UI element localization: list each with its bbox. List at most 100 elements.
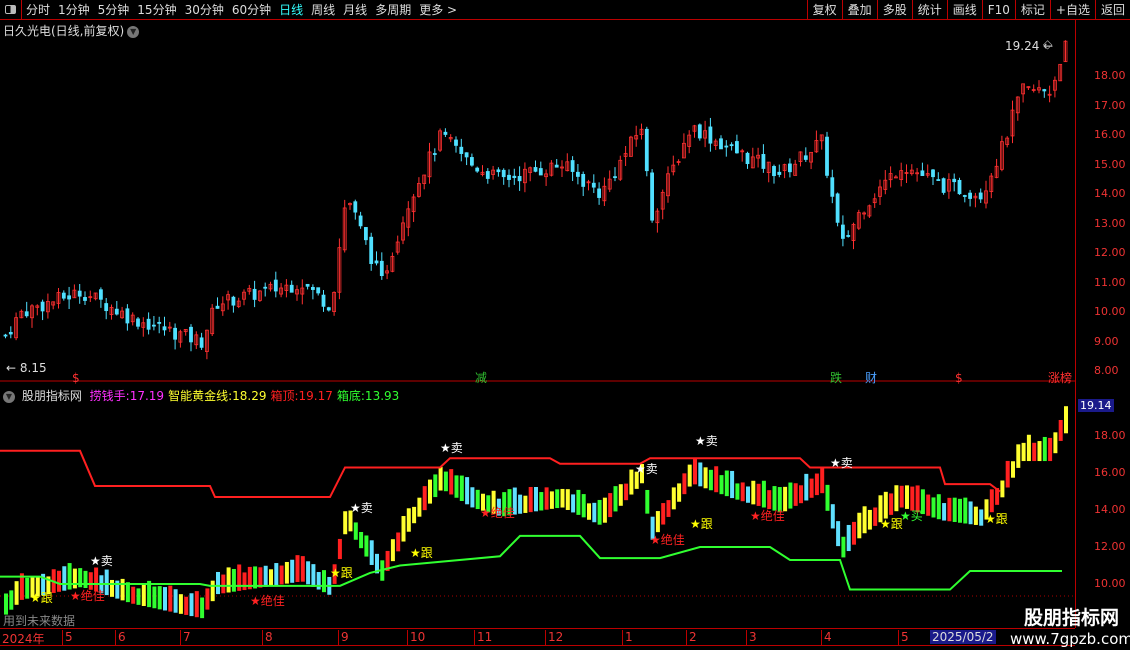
indicator-bar xyxy=(131,586,136,604)
indicator-bar xyxy=(316,572,321,590)
signal-label: ★跟 xyxy=(410,546,433,560)
indicator-bar xyxy=(1000,480,1005,498)
indicator-bar xyxy=(687,464,692,487)
kline-chart[interactable]: ★卖★卖★卖★卖★卖★卖★跟★跟★跟★跟 ★跟 ★跟★绝佳 ★绝佳★绝佳★绝佳★绝佳 ★… xyxy=(0,0,1130,650)
candle xyxy=(432,153,437,155)
indicator-bar xyxy=(1032,442,1037,462)
candle xyxy=(459,146,464,154)
indicator-bar xyxy=(438,466,443,491)
indicator-bar xyxy=(1053,432,1058,454)
event-tag[interactable]: 减 xyxy=(475,371,487,385)
indicator-bar xyxy=(852,521,856,545)
indicator-bar xyxy=(894,485,899,512)
month-label: 9 xyxy=(338,630,349,646)
candle xyxy=(729,144,734,147)
indicator-bar xyxy=(761,480,766,508)
indicator-bar xyxy=(724,470,729,497)
indicator-bar xyxy=(719,475,724,495)
indicator-bar xyxy=(666,500,671,517)
indicator-tick: 10.00 xyxy=(1094,577,1126,590)
indicator-bar xyxy=(1021,442,1026,462)
indicator-bar xyxy=(963,497,968,524)
diamond-icon[interactable]: ◇ xyxy=(1043,37,1053,51)
indicator-bar xyxy=(618,484,623,506)
indicator-bar xyxy=(571,494,576,513)
indicator-bar xyxy=(751,480,756,505)
indicator-bar xyxy=(857,512,862,539)
indicator-bar xyxy=(470,487,475,508)
indicator-bar xyxy=(141,583,146,606)
candle xyxy=(157,321,162,324)
indicator-bar xyxy=(613,486,618,512)
signal-label: ★跟 xyxy=(330,566,353,580)
indicator-bar xyxy=(783,486,788,512)
indicator-bar xyxy=(14,581,19,605)
indicator-bar xyxy=(1048,437,1053,462)
signal-label: ★卖 xyxy=(695,434,718,448)
indicator-bar xyxy=(968,501,973,525)
candle xyxy=(77,290,82,297)
indicator-bar xyxy=(602,497,607,523)
candle xyxy=(957,179,962,195)
indicator-bar xyxy=(401,516,406,542)
event-tag[interactable]: 跌 xyxy=(830,370,842,385)
candle xyxy=(978,192,983,200)
candle xyxy=(353,201,358,213)
candle xyxy=(454,139,458,146)
candle xyxy=(846,235,851,237)
indicator-bar xyxy=(306,561,311,585)
event-tag[interactable]: 涨榜 xyxy=(1048,370,1072,385)
candle xyxy=(263,286,268,289)
candle xyxy=(374,260,379,264)
indicator-bar xyxy=(443,471,448,492)
indicator-bar xyxy=(926,494,931,516)
signal-label: ★卖 xyxy=(830,456,853,470)
event-tag[interactable]: $ xyxy=(955,371,963,385)
indicator-bar xyxy=(300,556,305,582)
candle xyxy=(644,128,649,172)
candle xyxy=(803,155,808,160)
indicator-bar xyxy=(740,482,745,502)
indicator-tick: 12.00 xyxy=(1094,540,1126,553)
indicator-bar xyxy=(682,473,687,495)
indicator-bar xyxy=(1011,461,1015,478)
month-label: 11 xyxy=(474,630,492,646)
indicator-bar xyxy=(841,536,846,558)
indicator-bar xyxy=(671,487,676,510)
box-bottom-line xyxy=(0,534,1062,591)
candle xyxy=(533,167,538,172)
indicator-bar xyxy=(284,561,289,584)
price-tick: 15.00 xyxy=(1094,157,1126,171)
signal-label: ★绝佳 xyxy=(650,532,685,547)
month-label: 7 xyxy=(180,630,191,646)
chevron-down-icon[interactable]: ▼ xyxy=(3,390,15,403)
indicator-bar xyxy=(189,593,194,617)
indicator-bar xyxy=(576,489,581,515)
indicator-bar xyxy=(295,555,300,582)
indicator-bar xyxy=(396,532,401,552)
indicator-bar xyxy=(735,483,740,500)
indicator-name[interactable]: 股朋指标网 xyxy=(22,389,82,403)
month-label: 5 xyxy=(62,630,73,646)
signal-label: ★买 xyxy=(900,509,923,523)
candle xyxy=(67,295,71,300)
signal-label: ★跟 xyxy=(690,517,713,531)
month-label: 3 xyxy=(746,630,757,646)
indicator-bar xyxy=(168,585,173,612)
event-tag[interactable]: $ xyxy=(72,371,80,385)
price-tick: 16.00 xyxy=(1094,128,1126,141)
indicator-bar xyxy=(931,497,936,518)
indicator-bar xyxy=(645,489,650,514)
signal-label: ★卖 xyxy=(635,462,658,476)
candle xyxy=(114,308,119,315)
indicator-bar xyxy=(322,570,326,593)
candle xyxy=(289,284,294,293)
price-tick: 13.00 xyxy=(1094,216,1126,230)
indicator-bar xyxy=(714,466,719,493)
candle xyxy=(136,318,140,327)
candle xyxy=(745,152,750,165)
indicator-bar xyxy=(958,498,962,523)
event-tag[interactable]: 财 xyxy=(865,371,877,385)
candle xyxy=(162,326,167,331)
indicator-bar xyxy=(343,511,348,535)
